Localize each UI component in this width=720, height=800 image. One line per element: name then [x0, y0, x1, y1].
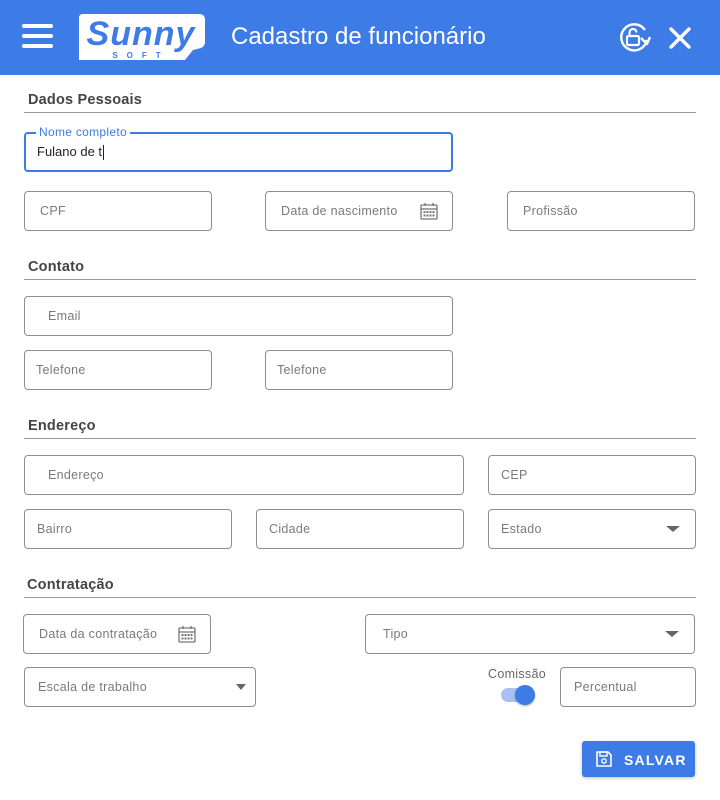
section-title-address: Endereço	[28, 418, 96, 434]
menu-icon[interactable]	[22, 24, 54, 50]
district-field[interactable]: Bairro	[24, 509, 232, 549]
profession-placeholder: Profissão	[523, 204, 578, 218]
divider	[24, 112, 696, 113]
type-select[interactable]: Tipo	[365, 614, 695, 654]
district-placeholder: Bairro	[37, 522, 73, 536]
full-name-label: Nome completo	[36, 125, 130, 139]
phone-field-1[interactable]: Telefone	[24, 350, 212, 390]
email-placeholder: Email	[48, 309, 81, 323]
full-name-field[interactable]: Nome completo Fulano de t	[24, 125, 453, 172]
save-button-label: SALVAR	[624, 752, 687, 768]
phone-2-placeholder: Telefone	[277, 363, 327, 377]
city-field[interactable]: Cidade	[256, 509, 464, 549]
birth-date-placeholder: Data de nascimento	[281, 204, 398, 218]
hire-date-field[interactable]: Data da contratação	[23, 614, 211, 654]
chevron-down-icon	[236, 684, 246, 690]
section-title-contact: Contato	[28, 259, 85, 275]
sunny-soft-logo: Sunny SOFT	[79, 14, 205, 60]
city-placeholder: Cidade	[269, 522, 311, 536]
zip-field[interactable]: CEP	[488, 455, 696, 495]
calendar-icon[interactable]	[420, 202, 438, 220]
calendar-icon[interactable]	[178, 625, 196, 643]
street-placeholder: Endereço	[48, 468, 104, 482]
chevron-down-icon	[665, 631, 679, 637]
birth-date-field[interactable]: Data de nascimento	[265, 191, 453, 231]
unlock-refresh-icon[interactable]	[617, 21, 651, 55]
section-title-personal: Dados Pessoais	[28, 92, 143, 108]
street-field[interactable]: Endereço	[24, 455, 464, 495]
chevron-down-icon	[666, 526, 680, 532]
phone-1-placeholder: Telefone	[36, 363, 86, 377]
divider	[24, 597, 696, 598]
zip-placeholder: CEP	[501, 468, 528, 482]
email-field[interactable]: Email	[24, 296, 453, 336]
cpf-field[interactable]: CPF	[24, 191, 212, 231]
cpf-placeholder: CPF	[40, 204, 66, 218]
state-select[interactable]: Estado	[488, 509, 696, 549]
state-placeholder: Estado	[501, 522, 542, 536]
type-placeholder: Tipo	[383, 627, 409, 641]
schedule-placeholder: Escala de trabalho	[38, 680, 147, 694]
toggle-thumb	[515, 685, 535, 705]
profession-field[interactable]: Profissão	[507, 191, 695, 231]
divider	[24, 279, 696, 280]
section-title-hiring: Contratação	[27, 577, 114, 593]
hire-date-placeholder: Data da contratação	[39, 627, 158, 641]
page-title: Cadastro de funcionário	[231, 23, 486, 50]
logo-text: Sunny	[87, 15, 197, 53]
commission-toggle[interactable]	[500, 685, 536, 705]
full-name-value: Fulano de t	[37, 143, 105, 161]
percent-field[interactable]: Percentual	[560, 667, 696, 707]
app-bar: Sunny SOFT Cadastro de funcionário	[0, 0, 720, 75]
logo-subtext: SOFT	[112, 51, 169, 60]
close-icon[interactable]	[666, 24, 694, 52]
commission-label: Comissão	[488, 667, 546, 681]
phone-field-2[interactable]: Telefone	[265, 350, 453, 390]
schedule-select[interactable]: Escala de trabalho	[24, 667, 256, 707]
save-button[interactable]: SALVAR	[582, 741, 695, 777]
divider	[24, 438, 696, 439]
percent-placeholder: Percentual	[574, 680, 637, 694]
save-icon	[596, 751, 612, 767]
